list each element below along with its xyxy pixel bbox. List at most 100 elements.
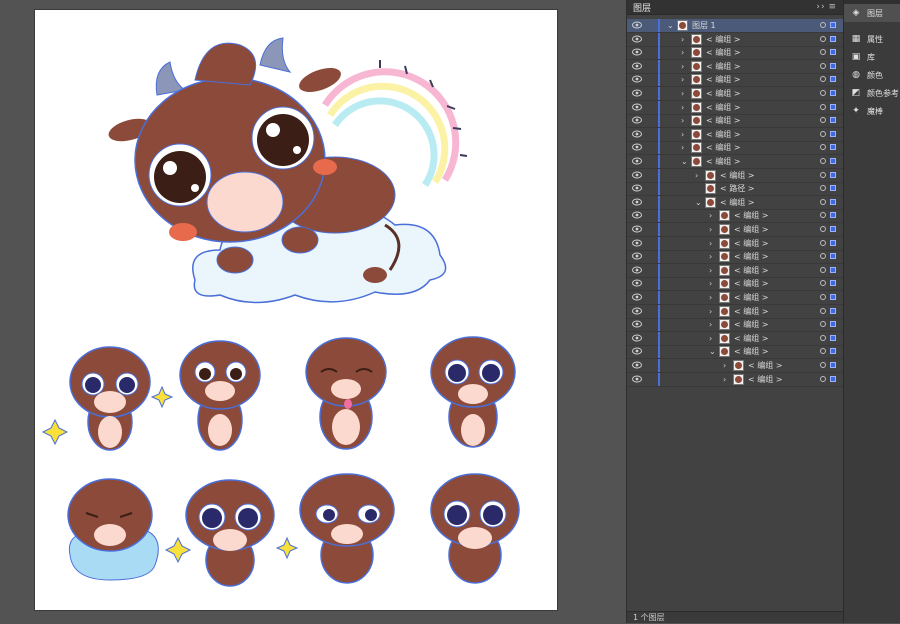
layer-name[interactable]: < 编组 > [734, 305, 769, 318]
layer-name[interactable]: < 编组 > [748, 359, 783, 372]
layer-row[interactable]: › < 编组 > [627, 372, 843, 387]
chevron-right-icon[interactable]: › [681, 87, 684, 100]
visibility-eye-icon[interactable] [632, 293, 642, 301]
selection-square-icon[interactable] [830, 144, 836, 151]
target-circle-icon[interactable] [820, 198, 826, 205]
chevron-right-icon[interactable]: › [681, 46, 684, 59]
layer-row[interactable]: › < 编组 > [627, 331, 843, 346]
target-circle-icon[interactable] [820, 35, 826, 42]
visibility-eye-icon[interactable] [632, 252, 642, 260]
selection-square-icon[interactable] [830, 266, 836, 273]
selection-square-icon[interactable] [830, 294, 836, 300]
selection-square-icon[interactable] [830, 130, 836, 137]
chevron-right-icon[interactable]: › [709, 305, 712, 318]
target-circle-icon[interactable] [820, 239, 826, 246]
layer-name[interactable]: < 编组 > [706, 60, 741, 73]
visibility-eye-icon[interactable] [632, 279, 642, 287]
visibility-eye-icon[interactable] [632, 184, 642, 192]
layer-row[interactable]: › < 编组 > [627, 87, 843, 101]
visibility-eye-icon[interactable] [632, 21, 642, 29]
chevron-right-icon[interactable]: › [709, 237, 712, 250]
layer-row[interactable]: ⌄ < 编组 > [627, 155, 843, 169]
layer-row[interactable]: › < 编组 > [627, 114, 843, 129]
chevron-right-icon[interactable]: › [709, 209, 712, 222]
chevron-right-icon[interactable]: › [681, 73, 684, 86]
target-circle-icon[interactable] [820, 334, 826, 341]
chevron-down-icon[interactable]: ⌄ [709, 345, 716, 358]
layer-row[interactable]: › < 编组 > [627, 73, 843, 88]
target-circle-icon[interactable] [820, 90, 826, 96]
layer-row[interactable]: › < 编组 > [627, 236, 843, 251]
panel-menu-icon[interactable]: ≡ [828, 2, 837, 12]
selection-square-icon[interactable] [830, 171, 836, 178]
selection-square-icon[interactable] [830, 280, 836, 287]
visibility-eye-icon[interactable] [632, 62, 642, 70]
chevron-right-icon[interactable]: › [723, 359, 726, 372]
chevron-right-icon[interactable]: › [709, 223, 712, 236]
side-panel-properties[interactable]: ▦ 属性 [844, 30, 900, 48]
visibility-eye-icon[interactable] [632, 375, 642, 383]
side-panel-layers[interactable]: ◈ 图层 [844, 4, 900, 22]
selection-square-icon[interactable] [830, 76, 836, 83]
layer-name[interactable]: < 编组 > [734, 250, 769, 263]
target-circle-icon[interactable] [820, 171, 826, 178]
layer-name[interactable]: < 编组 > [706, 87, 741, 100]
side-panel-color[interactable]: ◍ 颜色 [844, 66, 900, 84]
selection-square-icon[interactable] [830, 253, 836, 260]
layer-row[interactable]: › < 编组 > [627, 223, 843, 237]
visibility-eye-icon[interactable] [632, 361, 642, 369]
target-circle-icon[interactable] [820, 130, 826, 137]
selection-square-icon[interactable] [830, 103, 836, 110]
layer-name[interactable]: < 编组 > [706, 114, 741, 127]
chevron-down-icon[interactable]: ⌄ [681, 155, 688, 168]
selection-square-icon[interactable] [830, 22, 836, 28]
target-circle-icon[interactable] [820, 158, 826, 164]
selection-square-icon[interactable] [830, 307, 836, 314]
layer-name[interactable]: < 编组 > [706, 73, 741, 86]
target-circle-icon[interactable] [820, 348, 826, 355]
layer-row[interactable]: › < 编组 > [627, 263, 843, 278]
chevron-right-icon[interactable]: › [681, 101, 684, 114]
target-circle-icon[interactable] [820, 226, 826, 232]
chevron-right-icon[interactable]: › [681, 33, 684, 46]
collapse-icon[interactable]: ›› [816, 2, 825, 12]
layer-row[interactable]: ⌄ < 编组 > [627, 345, 843, 360]
target-circle-icon[interactable] [820, 266, 826, 273]
layer-row[interactable]: › < 编组 > [627, 318, 843, 333]
layer-row[interactable]: › < 编组 > [627, 127, 843, 142]
target-circle-icon[interactable] [820, 76, 826, 83]
layer-name[interactable]: < 编组 > [734, 264, 769, 277]
chevron-down-icon[interactable]: ⌄ [695, 196, 702, 209]
side-panel-magic-wand[interactable]: ✦ 魔棒 [844, 102, 900, 120]
selection-square-icon[interactable] [830, 212, 836, 219]
layer-row[interactable]: › < 编组 > [627, 100, 843, 115]
sticker-cows[interactable] [41, 336, 520, 587]
side-panel-libraries[interactable]: ▣ 库 [844, 48, 900, 66]
selection-square-icon[interactable] [830, 90, 836, 96]
layer-name[interactable]: < 编组 > [706, 46, 741, 59]
layer-row[interactable]: › < 编组 > [627, 59, 843, 74]
chevron-right-icon[interactable]: › [681, 141, 684, 154]
layer-name[interactable]: < 编组 > [734, 223, 769, 236]
layer-name[interactable]: < 编组 > [734, 332, 769, 345]
chevron-right-icon[interactable]: › [709, 332, 712, 345]
visibility-eye-icon[interactable] [632, 116, 642, 124]
artboard[interactable] [35, 10, 557, 610]
layer-row[interactable]: › < 编组 > [627, 291, 843, 305]
target-circle-icon[interactable] [820, 307, 826, 314]
layer-name[interactable]: < 编组 > [734, 345, 769, 358]
layer-name[interactable]: < 编组 > [720, 169, 755, 182]
layers-panel-tab[interactable]: 图层 [633, 1, 651, 14]
visibility-eye-icon[interactable] [632, 48, 642, 56]
main-cow-illustration[interactable] [106, 37, 468, 304]
selection-square-icon[interactable] [830, 35, 836, 42]
target-circle-icon[interactable] [820, 212, 826, 219]
target-circle-icon[interactable] [820, 280, 826, 287]
layer-name[interactable]: < 编组 > [734, 277, 769, 290]
layer-name[interactable]: < 编组 > [706, 141, 741, 154]
layer-name[interactable]: < 编组 > [720, 196, 755, 209]
visibility-eye-icon[interactable] [632, 89, 642, 97]
selection-square-icon[interactable] [830, 49, 836, 56]
visibility-eye-icon[interactable] [632, 75, 642, 83]
visibility-eye-icon[interactable] [632, 211, 642, 219]
